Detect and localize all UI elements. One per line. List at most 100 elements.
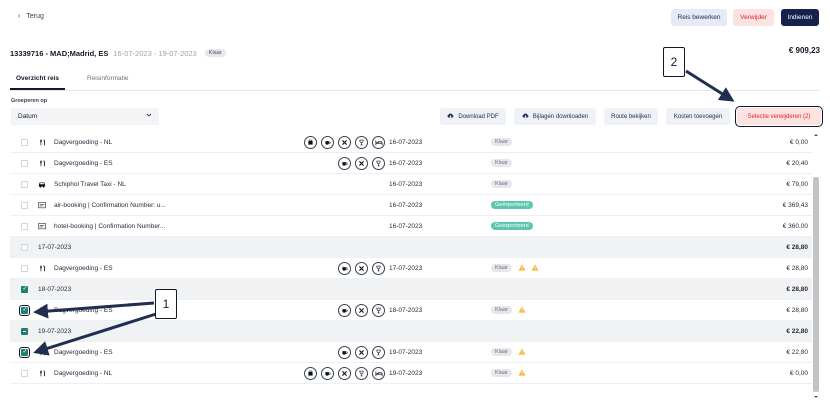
- wine-icon[interactable]: [355, 135, 368, 149]
- coffee-icon[interactable]: [338, 345, 351, 359]
- row-date: 16-07-2023: [389, 201, 423, 209]
- meal-actions: [338, 345, 385, 359]
- download-attachments-button[interactable]: Bijlagen downloaden: [514, 108, 596, 125]
- row-checkbox[interactable]: [18, 346, 31, 358]
- row-date: 17-07-2023: [389, 264, 423, 272]
- meal-actions: [304, 135, 385, 149]
- row-description: Dagvergoeding - NL: [54, 138, 113, 146]
- row-checkbox[interactable]: [21, 243, 28, 251]
- back-link[interactable]: ‹ Terug: [18, 13, 44, 20]
- table-row[interactable]: Schiphol Travel Taxi - NL 16-07-2023 Klaar…: [10, 174, 812, 195]
- wine-icon[interactable]: [372, 156, 385, 170]
- row-checkbox[interactable]: [21, 264, 28, 272]
- scroll-up-icon[interactable]: [813, 132, 819, 138]
- row-checkbox[interactable]: [21, 180, 28, 188]
- row-checkbox[interactable]: [21, 285, 28, 293]
- table-row[interactable]: Dagvergoeding - ES 16-07-2023 Klaar € 20,40: [10, 153, 812, 174]
- row-amount: € 0,00: [789, 369, 808, 377]
- wine-icon[interactable]: [355, 366, 368, 380]
- meal-actions: [338, 303, 385, 317]
- coffee-icon[interactable]: [321, 366, 334, 380]
- cutlery-icon: [38, 348, 46, 356]
- close-icon[interactable]: [338, 135, 351, 149]
- row-checkbox[interactable]: [21, 159, 28, 167]
- warning-icon[interactable]: [518, 368, 526, 378]
- close-icon[interactable]: [338, 366, 351, 380]
- expense-table: Dagvergoeding - NL 16-07-2023 Klaar € 0,00 D…: [10, 132, 812, 384]
- grouping-selected-value: Datum: [18, 113, 38, 120]
- row-amount: € 28,80: [786, 264, 808, 272]
- row-checkbox[interactable]: [18, 304, 31, 316]
- status-badge: Geëxporteerd: [491, 222, 533, 230]
- row-checkbox[interactable]: [21, 138, 28, 146]
- coffee-icon[interactable]: [321, 135, 334, 149]
- coffee-icon[interactable]: [338, 156, 351, 170]
- table-row[interactable]: Dagvergoeding - ES 19-07-2023 Klaar € 22,80: [10, 342, 812, 363]
- view-route-button[interactable]: Route bekijken: [604, 108, 658, 125]
- submit-button[interactable]: Indienen: [781, 9, 819, 26]
- warnings: [518, 347, 526, 357]
- row-description: Dagvergoeding - ES: [54, 264, 113, 272]
- add-cost-button[interactable]: Kosten toevoegen: [666, 108, 730, 125]
- download-pdf-button[interactable]: Download PDF: [440, 108, 506, 125]
- group-row[interactable]: 17-07-2023 € 28,80: [10, 237, 812, 258]
- status-badge: Klaar: [491, 348, 512, 356]
- close-icon[interactable]: [355, 303, 368, 317]
- row-amount: € 22,80: [786, 348, 808, 356]
- back-label: Terug: [26, 13, 44, 20]
- scroll-down-icon[interactable]: [813, 394, 819, 400]
- arrow-2: [685, 69, 735, 102]
- warning-icon[interactable]: [518, 305, 526, 315]
- tab-trip-info[interactable]: Reisinformatie: [81, 72, 135, 90]
- trip-title: 13339716 - MAD;Madrid, ES: [10, 48, 109, 58]
- table-row[interactable]: hotel-booking | Confirmation Number... 16…: [10, 216, 812, 237]
- table-row[interactable]: Dagvergoeding - NL 19-07-2023 Klaar € 0,00: [10, 363, 812, 384]
- scroll-thumb[interactable]: [813, 177, 819, 392]
- table-row[interactable]: Dagvergoeding - ES 18-07-2023 Klaar € 28,80: [10, 300, 812, 321]
- coffee-icon[interactable]: [338, 261, 351, 275]
- group-row[interactable]: 19-07-2023 € 22,80: [10, 321, 812, 342]
- cutlery-icon: [38, 306, 46, 314]
- close-icon[interactable]: [355, 261, 368, 275]
- receipt-icon[interactable]: [304, 366, 317, 380]
- row-checkbox[interactable]: [21, 222, 28, 230]
- delete-button[interactable]: Verwijder: [733, 9, 774, 26]
- warnings: [518, 368, 526, 378]
- status-badge: Geëxporteerd: [491, 201, 533, 209]
- row-checkbox[interactable]: [21, 369, 28, 377]
- grouping-select[interactable]: Datum: [11, 108, 159, 125]
- wine-icon[interactable]: [372, 345, 385, 359]
- bed-icon[interactable]: [372, 366, 385, 380]
- bed-icon[interactable]: [372, 135, 385, 149]
- row-checkbox[interactable]: [21, 327, 28, 335]
- close-icon[interactable]: [355, 156, 368, 170]
- row-description: Dagvergoeding - ES: [54, 306, 113, 314]
- group-row[interactable]: 18-07-2023 € 28,80: [10, 279, 812, 300]
- tabs: Overzicht reis Reisinformatie: [10, 72, 135, 90]
- chevron-left-icon: ‹: [18, 13, 21, 20]
- status-badge: Klaar: [491, 306, 512, 314]
- wine-icon[interactable]: [372, 303, 385, 317]
- edit-trip-button[interactable]: Reis bewerken: [671, 9, 727, 26]
- trip-total: € 909,23: [788, 46, 820, 55]
- top-bar: ‹ Terug Reis bewerken Verwijder Indienen: [0, 0, 830, 36]
- remove-selection-button[interactable]: Selectie verwijderen (2): [735, 106, 823, 127]
- warning-icon[interactable]: [518, 347, 526, 357]
- scrollbar[interactable]: [813, 132, 819, 400]
- close-icon[interactable]: [355, 345, 368, 359]
- warning-icon[interactable]: [531, 263, 539, 273]
- table-row[interactable]: Dagvergoeding - NL 16-07-2023 Klaar € 0,00: [10, 132, 812, 153]
- row-checkbox[interactable]: [21, 201, 28, 209]
- table-row[interactable]: Dagvergoeding - ES 17-07-2023 Klaar € 28,80: [10, 258, 812, 279]
- status-badge: Klaar: [491, 180, 512, 188]
- status-badge: Klaar: [491, 138, 512, 146]
- car-icon: [38, 180, 46, 188]
- table-row[interactable]: air-booking | Confirmation Number: u... 1…: [10, 195, 812, 216]
- row-amount: € 28,80: [786, 306, 808, 314]
- tab-overview[interactable]: Overzicht reis: [10, 72, 65, 90]
- receipt-icon[interactable]: [304, 135, 317, 149]
- wine-icon[interactable]: [372, 261, 385, 275]
- warning-icon[interactable]: [518, 263, 526, 273]
- coffee-icon[interactable]: [338, 303, 351, 317]
- download-pdf-label: Download PDF: [458, 113, 499, 120]
